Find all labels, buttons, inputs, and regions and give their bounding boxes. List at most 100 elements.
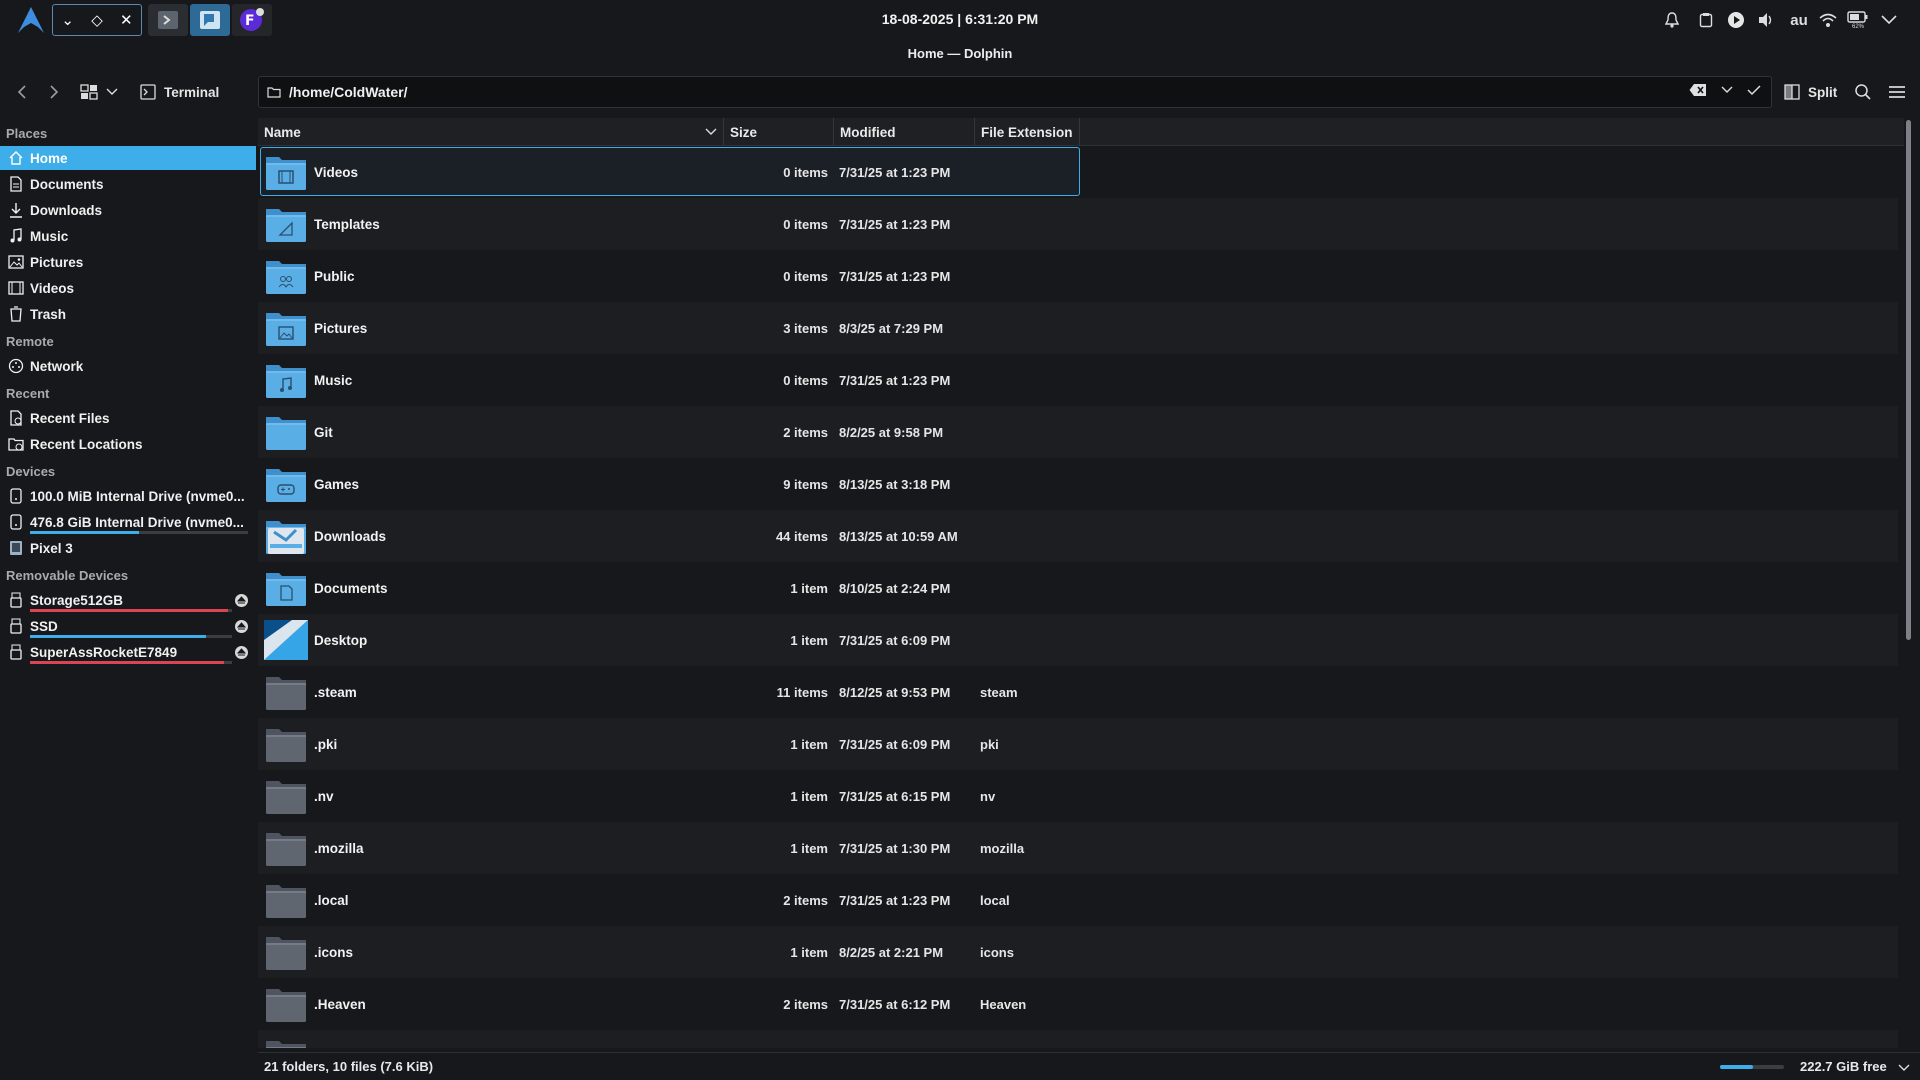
- history-dropdown-icon[interactable]: [1721, 83, 1733, 97]
- file-name[interactable]: .icons: [314, 926, 353, 978]
- file-name[interactable]: .nv: [314, 770, 334, 822]
- file-name[interactable]: .local: [314, 874, 349, 926]
- file-row[interactable]: .steam 11 items 8/12/25 at 9:53 PM steam: [258, 666, 1898, 718]
- clipboard-icon[interactable]: [1696, 9, 1716, 31]
- notifications-icon[interactable]: [1662, 9, 1682, 31]
- file-row[interactable]: Downloads 44 items 8/13/25 at 10:59 AM: [258, 510, 1898, 562]
- media-play-icon[interactable]: [1726, 9, 1746, 31]
- split-button[interactable]: Split: [1784, 80, 1837, 104]
- sidebar-item-ssd[interactable]: SSD: [0, 614, 256, 638]
- file-row[interactable]: Templates 0 items 7/31/25 at 1:23 PM: [258, 198, 1898, 250]
- file-name[interactable]: Videos: [314, 146, 358, 198]
- column-header: Name Size Modified File Extension: [258, 118, 1904, 146]
- keyboard-layout[interactable]: au: [1786, 9, 1812, 31]
- sidebar-item-pixel-3[interactable]: Pixel 3: [0, 536, 256, 560]
- arch-logo-icon[interactable]: [16, 5, 46, 35]
- file-row[interactable]: .local 2 items 7/31/25 at 1:23 PM local: [258, 874, 1898, 926]
- menu-button[interactable]: [1888, 80, 1906, 104]
- file-name[interactable]: Git: [314, 406, 333, 458]
- chevron-down-icon[interactable]: [1878, 9, 1900, 31]
- sidebar-item-music[interactable]: Music: [0, 224, 256, 248]
- location-path[interactable]: /home/ColdWater/: [289, 84, 408, 100]
- minimize-icon[interactable]: ⌄: [56, 11, 80, 29]
- file-name[interactable]: Desktop: [314, 614, 367, 666]
- eject-icon[interactable]: [235, 593, 248, 607]
- sidebar-item-documents[interactable]: Documents: [0, 172, 256, 196]
- file-name[interactable]: Public: [314, 250, 355, 302]
- file-name[interactable]: Documents: [314, 562, 388, 614]
- taskbar-terminal[interactable]: [148, 4, 188, 36]
- file-name[interactable]: Templates: [314, 198, 380, 250]
- clear-text-icon[interactable]: [1689, 83, 1707, 97]
- recent-section-header[interactable]: Recent: [6, 386, 49, 401]
- column-name[interactable]: Name: [258, 118, 724, 146]
- file-row[interactable]: Games 9 items 8/13/25 at 3:18 PM: [258, 458, 1898, 510]
- eject-icon[interactable]: [235, 645, 248, 659]
- removable-section-header[interactable]: Removable Devices: [6, 568, 128, 583]
- vertical-scrollbar[interactable]: [1904, 118, 1912, 1052]
- sidebar-item-recent-files[interactable]: Recent Files: [0, 406, 256, 430]
- battery-icon[interactable]: 62%: [1846, 9, 1870, 31]
- free-space-label[interactable]: 222.7 GiB free: [1800, 1059, 1887, 1074]
- file-row[interactable]: [258, 1030, 1898, 1048]
- back-button[interactable]: [14, 80, 30, 104]
- search-button[interactable]: [1854, 80, 1872, 104]
- sidebar-item-network[interactable]: Network: [0, 354, 256, 378]
- file-name[interactable]: .mozilla: [314, 822, 364, 874]
- file-name[interactable]: .pki: [314, 718, 337, 770]
- file-row[interactable]: Pictures 3 items 8/3/25 at 7:29 PM: [258, 302, 1898, 354]
- file-row[interactable]: .nv 1 item 7/31/25 at 6:15 PM nv: [258, 770, 1898, 822]
- terminal-button[interactable]: Terminal: [140, 80, 219, 104]
- eject-icon[interactable]: [235, 619, 248, 633]
- file-row[interactable]: Videos 0 items 7/31/25 at 1:23 PM: [258, 146, 1898, 198]
- file-name[interactable]: .steam: [314, 666, 357, 718]
- file-name[interactable]: Games: [314, 458, 359, 510]
- file-row[interactable]: .pki 1 item 7/31/25 at 6:09 PM pki: [258, 718, 1898, 770]
- sidebar-item-trash[interactable]: Trash: [0, 302, 256, 326]
- file-row[interactable]: Git 2 items 8/2/25 at 9:58 PM: [258, 406, 1898, 458]
- folder-icon: [267, 87, 281, 98]
- wifi-icon[interactable]: [1816, 9, 1840, 31]
- file-row[interactable]: Public 0 items 7/31/25 at 1:23 PM: [258, 250, 1898, 302]
- sidebar-item-superassrockete7849[interactable]: SuperAssRocketE7849: [0, 640, 256, 664]
- close-icon[interactable]: ✕: [114, 11, 138, 29]
- confirm-check-icon[interactable]: [1747, 83, 1761, 97]
- maximize-icon[interactable]: ◇: [85, 11, 109, 29]
- taskbar-dolphin[interactable]: [190, 4, 230, 36]
- file-name[interactable]: Pictures: [314, 302, 367, 354]
- file-row[interactable]: Music 0 items 7/31/25 at 1:23 PM: [258, 354, 1898, 406]
- sidebar-item-downloads[interactable]: Downloads: [0, 198, 256, 222]
- volume-icon[interactable]: [1756, 9, 1776, 31]
- file-name[interactable]: Music: [314, 354, 352, 406]
- file-row[interactable]: .Heaven 2 items 7/31/25 at 6:12 PM Heaven: [258, 978, 1898, 1030]
- devices-section-header[interactable]: Devices: [6, 464, 55, 479]
- file-row[interactable]: Desktop 1 item 7/31/25 at 6:09 PM: [258, 614, 1898, 666]
- file-name[interactable]: Downloads: [314, 510, 386, 562]
- file-row[interactable]: .icons 1 item 8/2/25 at 2:21 PM icons: [258, 926, 1898, 978]
- file-modified: 7/31/25 at 1:23 PM: [839, 216, 951, 232]
- sidebar-item-100-0-mib-internal-drive-nvme0[interactable]: 100.0 MiB Internal Drive (nvme0...: [0, 484, 256, 508]
- sidebar-item-476-8-gib-internal-drive-nvme0[interactable]: 476.8 GiB Internal Drive (nvme0...: [0, 510, 256, 534]
- file-row[interactable]: .mozilla 1 item 7/31/25 at 1:30 PM mozilla: [258, 822, 1898, 874]
- column-extension[interactable]: File Extension: [975, 118, 1080, 146]
- file-name[interactable]: .Heaven: [314, 978, 366, 1030]
- sidebar-item-home[interactable]: Home: [0, 146, 256, 170]
- chevron-down-icon[interactable]: [1898, 1064, 1910, 1072]
- remote-section-header[interactable]: Remote: [6, 334, 54, 349]
- file-row[interactable]: Documents 1 item 8/10/25 at 2:24 PM: [258, 562, 1898, 614]
- sidebar-item-storage512gb[interactable]: Storage512GB: [0, 588, 256, 612]
- column-modified[interactable]: Modified: [834, 118, 975, 146]
- column-size[interactable]: Size: [724, 118, 834, 146]
- sidebar-item-videos[interactable]: Videos: [0, 276, 256, 300]
- taskbar-app[interactable]: F: [232, 4, 272, 36]
- sidebar-item-recent-locations[interactable]: Recent Locations: [0, 432, 256, 456]
- view-mode-button[interactable]: [80, 80, 118, 104]
- sidebar-item-pictures[interactable]: Pictures: [0, 250, 256, 274]
- location-bar[interactable]: /home/ColdWater/: [258, 76, 1772, 108]
- folder-icon: [264, 204, 308, 244]
- places-section-header[interactable]: Places: [6, 126, 47, 141]
- forward-button[interactable]: [46, 80, 62, 104]
- clock[interactable]: 18-08-2025 | 6:31:20 PM: [0, 11, 1920, 27]
- scrollbar-thumb[interactable]: [1906, 120, 1911, 640]
- folder-icon: [264, 672, 308, 712]
